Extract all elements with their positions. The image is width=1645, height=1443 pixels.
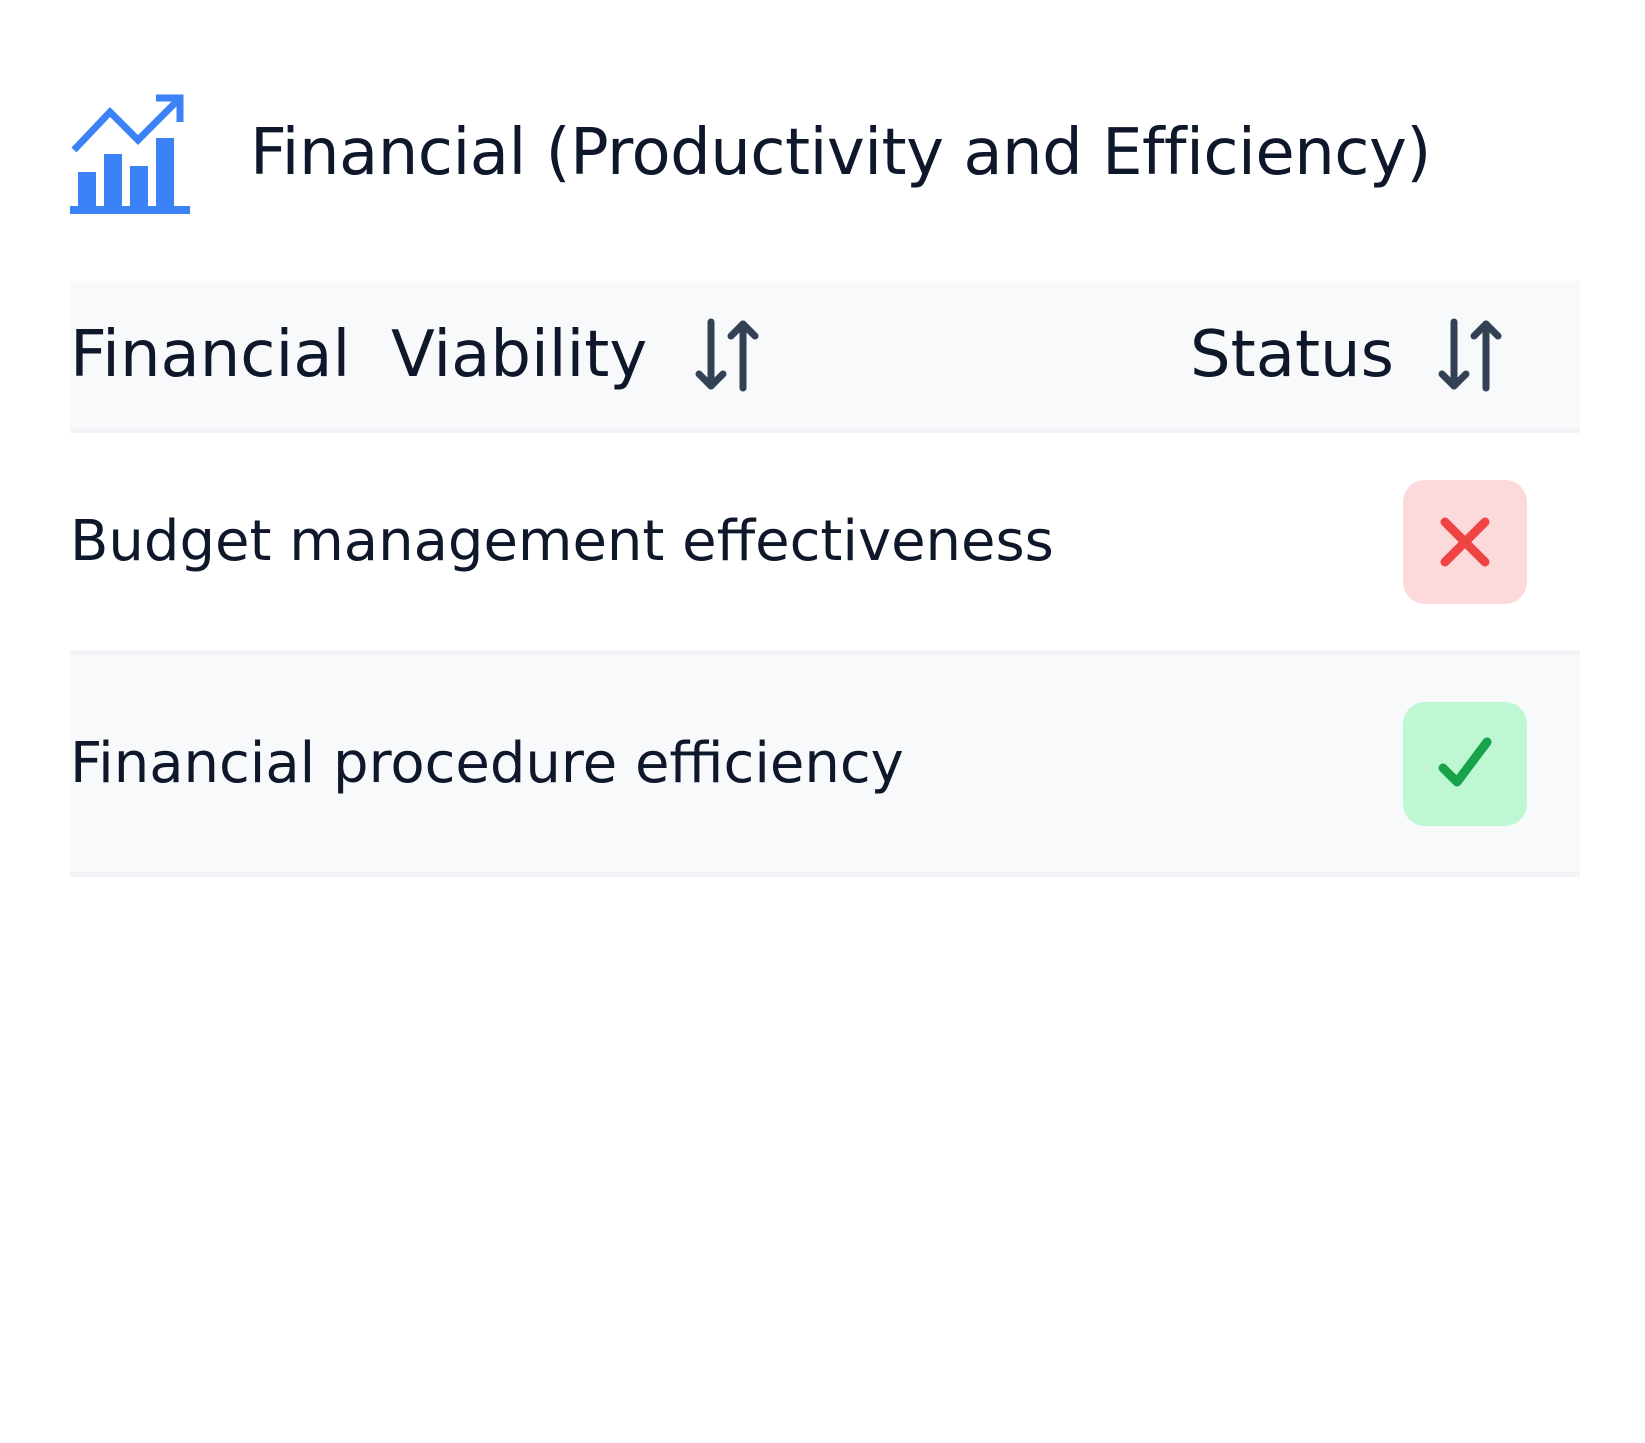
column-header-label: Status	[1190, 317, 1394, 392]
sort-arrows-icon[interactable]	[1438, 318, 1502, 392]
criterion-name: Financial procedure efficiency	[70, 731, 904, 796]
chart-trend-up-icon	[70, 92, 190, 214]
table-row: Financial procedure efficiency	[70, 655, 1580, 877]
column-header-label: Financial Viability	[70, 317, 648, 392]
column-header-financial-viability[interactable]: Financial Viability	[70, 281, 759, 428]
sort-arrows-icon[interactable]	[695, 318, 759, 392]
status-badge-pass	[1403, 702, 1527, 826]
page-title: Financial (Productivity and Efficiency)	[250, 116, 1431, 190]
criterion-name: Budget management effectiveness	[70, 509, 1054, 574]
table-header: Financial Viability Status	[70, 281, 1580, 433]
column-header-status[interactable]: Status	[1190, 281, 1502, 428]
criteria-table: Financial Viability Status Budget manage…	[70, 281, 1580, 877]
table-row: Budget management effectiveness	[70, 433, 1580, 655]
status-badge-fail	[1403, 480, 1527, 604]
cross-icon	[1440, 517, 1490, 567]
section-header: Financial (Productivity and Efficiency)	[70, 92, 1431, 214]
check-icon	[1438, 737, 1492, 787]
